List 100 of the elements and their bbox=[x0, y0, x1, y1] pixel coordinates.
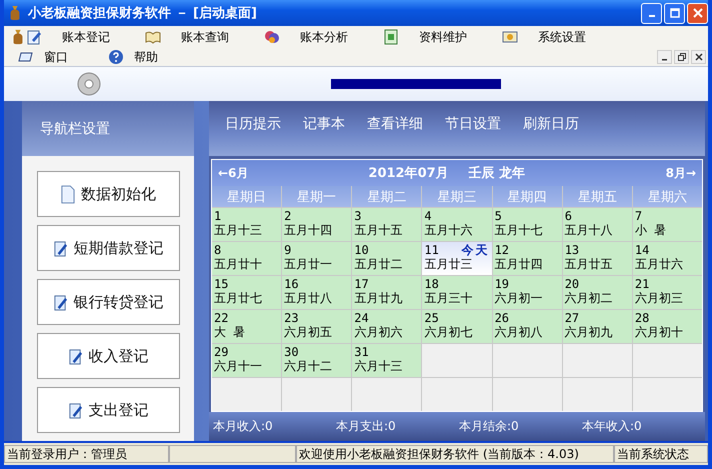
day-number: 19 bbox=[494, 277, 510, 291]
day-cell[interactable]: 12 五月廿四 bbox=[492, 242, 562, 275]
lunar-date: 五月廿五 bbox=[564, 257, 614, 271]
day-cell[interactable]: 2 五月十四 bbox=[282, 208, 352, 241]
lunar-date: 五月十四 bbox=[284, 223, 334, 237]
day-number: 29 bbox=[214, 345, 228, 359]
day-number: 10 bbox=[354, 243, 369, 257]
day-cell[interactable]: 24 六月初六 bbox=[352, 310, 422, 343]
day-cell[interactable]: 4 五月十六 bbox=[422, 208, 492, 241]
day-cell[interactable]: 20 六月初二 bbox=[562, 276, 632, 309]
day-cell[interactable]: 30 六月十二 bbox=[282, 344, 352, 377]
lunar-date: 小 暑 bbox=[634, 223, 668, 237]
day-cell[interactable]: 23 六月初五 bbox=[282, 310, 352, 343]
minimize-button[interactable] bbox=[657, 50, 672, 64]
lunar-date: 六月初一 bbox=[494, 291, 544, 305]
day-cell[interactable]: 31 六月十三 bbox=[352, 344, 422, 377]
nav-button[interactable]: 短期借款登记 bbox=[36, 225, 180, 271]
day-number: 3 bbox=[354, 209, 362, 223]
day-cell[interactable]: 29 六月十一 bbox=[212, 344, 282, 377]
disc-icon bbox=[77, 72, 101, 96]
day-cell[interactable]: 14 五月廿六 bbox=[632, 242, 702, 275]
weekday-header: 星期五 bbox=[562, 186, 632, 207]
day-number: 31 bbox=[354, 345, 369, 359]
notepad-pen-icon bbox=[26, 29, 42, 45]
toolbar-button[interactable]: 日历提示 bbox=[217, 114, 295, 142]
money-bag-icon bbox=[8, 5, 22, 21]
palette-icon bbox=[264, 29, 280, 45]
day-cell[interactable]: 15 五月廿七 bbox=[212, 276, 282, 309]
document-icon bbox=[60, 184, 75, 204]
day-cell[interactable]: 18 五月三十 bbox=[422, 276, 492, 309]
day-cell[interactable]: 3 五月十五 bbox=[352, 208, 422, 241]
day-cell[interactable]: 1 五月十三 bbox=[212, 208, 282, 241]
menu-item[interactable]: 账本分析 bbox=[264, 28, 383, 46]
day-number: 12 bbox=[494, 243, 510, 257]
day-number: 5 bbox=[494, 209, 502, 223]
lunar-date: 五月廿八 bbox=[284, 291, 334, 305]
day-cell[interactable]: 6 五月十八 bbox=[562, 208, 632, 241]
day-cell[interactable]: 13 五月廿五 bbox=[562, 242, 632, 275]
menu-item[interactable]: 系统设置 bbox=[502, 28, 621, 46]
day-cell[interactable]: 28 六月初十 bbox=[632, 310, 702, 343]
lunar-date: 五月十七 bbox=[494, 223, 544, 237]
restore-icon bbox=[678, 53, 686, 61]
toolbar-button[interactable]: 刷新日历 bbox=[515, 114, 593, 142]
notepad-pen-icon bbox=[52, 292, 68, 312]
toolbar-button[interactable]: 记事本 bbox=[295, 114, 359, 142]
lunar-date: 大 暑 bbox=[214, 325, 246, 339]
day-cell[interactable]: 27 六月初九 bbox=[562, 310, 632, 343]
nav-button[interactable]: 银行转贷登记 bbox=[36, 279, 180, 325]
menu-item[interactable]: 资料维护 bbox=[383, 28, 502, 46]
day-number: 26 bbox=[494, 311, 510, 325]
window-title: 小老板融资担保财务软件 － [启动桌面] bbox=[28, 4, 258, 22]
day-cell[interactable]: 17 五月廿九 bbox=[352, 276, 422, 309]
status-panel: 欢迎使用小老板融资担保财务软件 (当前版本：4.03) bbox=[296, 445, 614, 463]
day-cell[interactable]: 10 五月廿二 bbox=[352, 242, 422, 275]
day-cell[interactable]: 25 六月初七 bbox=[422, 310, 492, 343]
weekday-header: 星期三 bbox=[422, 186, 492, 207]
toolbar-button[interactable]: 查看详细 bbox=[359, 114, 437, 142]
day-cell[interactable]: 11 今天 五月廿三 bbox=[422, 242, 492, 275]
lunar-date: 六月十二 bbox=[284, 359, 334, 373]
nav-button[interactable]: 收入登记 bbox=[36, 333, 180, 379]
nav-button[interactable]: 支出登记 bbox=[36, 387, 180, 433]
lunar-date: 五月廿九 bbox=[354, 291, 404, 305]
close-icon bbox=[694, 53, 702, 61]
day-number: 13 bbox=[564, 243, 580, 257]
lunar-date: 五月十五 bbox=[354, 223, 404, 237]
day-cell[interactable]: 19 六月初一 bbox=[492, 276, 562, 309]
day-cell[interactable]: 8 五月廿十 bbox=[212, 242, 282, 275]
day-cell[interactable]: 9 五月廿一 bbox=[282, 242, 352, 275]
lunar-date: 六月十三 bbox=[354, 359, 404, 373]
document-icon bbox=[383, 29, 399, 45]
lunar-date: 五月廿七 bbox=[214, 291, 263, 305]
menu-item[interactable]: 账本查询 bbox=[145, 28, 264, 46]
day-cell[interactable]: 26 六月初八 bbox=[492, 310, 562, 343]
close-button[interactable] bbox=[691, 50, 706, 64]
day-cell[interactable]: 5 五月十七 bbox=[492, 208, 562, 241]
lunar-date: 五月三十 bbox=[424, 291, 474, 305]
nav-title: 导航栏设置 bbox=[40, 120, 110, 138]
menu-item[interactable]: 账本登记 bbox=[26, 28, 145, 46]
day-number: 4 bbox=[424, 209, 432, 223]
day-cell[interactable]: 21 六月初三 bbox=[632, 276, 702, 309]
restore-button[interactable] bbox=[674, 50, 689, 64]
toolbar-button[interactable]: 节日设置 bbox=[437, 114, 515, 142]
weekday-header: 星期一 bbox=[282, 186, 352, 207]
day-number: 8 bbox=[214, 243, 222, 257]
day-cell[interactable]: 22 大 暑 bbox=[212, 310, 282, 343]
day-cell[interactable]: 7 小 暑 bbox=[632, 208, 702, 241]
nav-button[interactable]: 数据初始化 bbox=[36, 171, 180, 217]
lunar-date: 五月廿二 bbox=[354, 257, 404, 271]
menu-item[interactable]: 帮助 bbox=[108, 48, 198, 66]
day-number: 11 bbox=[424, 243, 439, 257]
minimize-icon bbox=[648, 15, 654, 17]
notepad-pen-icon bbox=[68, 400, 82, 420]
menu-item[interactable]: 窗口 bbox=[18, 48, 108, 66]
maximize-button[interactable] bbox=[664, 2, 685, 24]
lunar-date: 六月初八 bbox=[494, 325, 544, 339]
day-cell[interactable]: 16 五月廿八 bbox=[282, 276, 352, 309]
summary-value: 本年收入:0 bbox=[582, 418, 643, 435]
lunar-date: 五月廿一 bbox=[284, 257, 334, 271]
day-number: 17 bbox=[354, 277, 369, 291]
lunar-date: 五月十六 bbox=[424, 223, 474, 237]
